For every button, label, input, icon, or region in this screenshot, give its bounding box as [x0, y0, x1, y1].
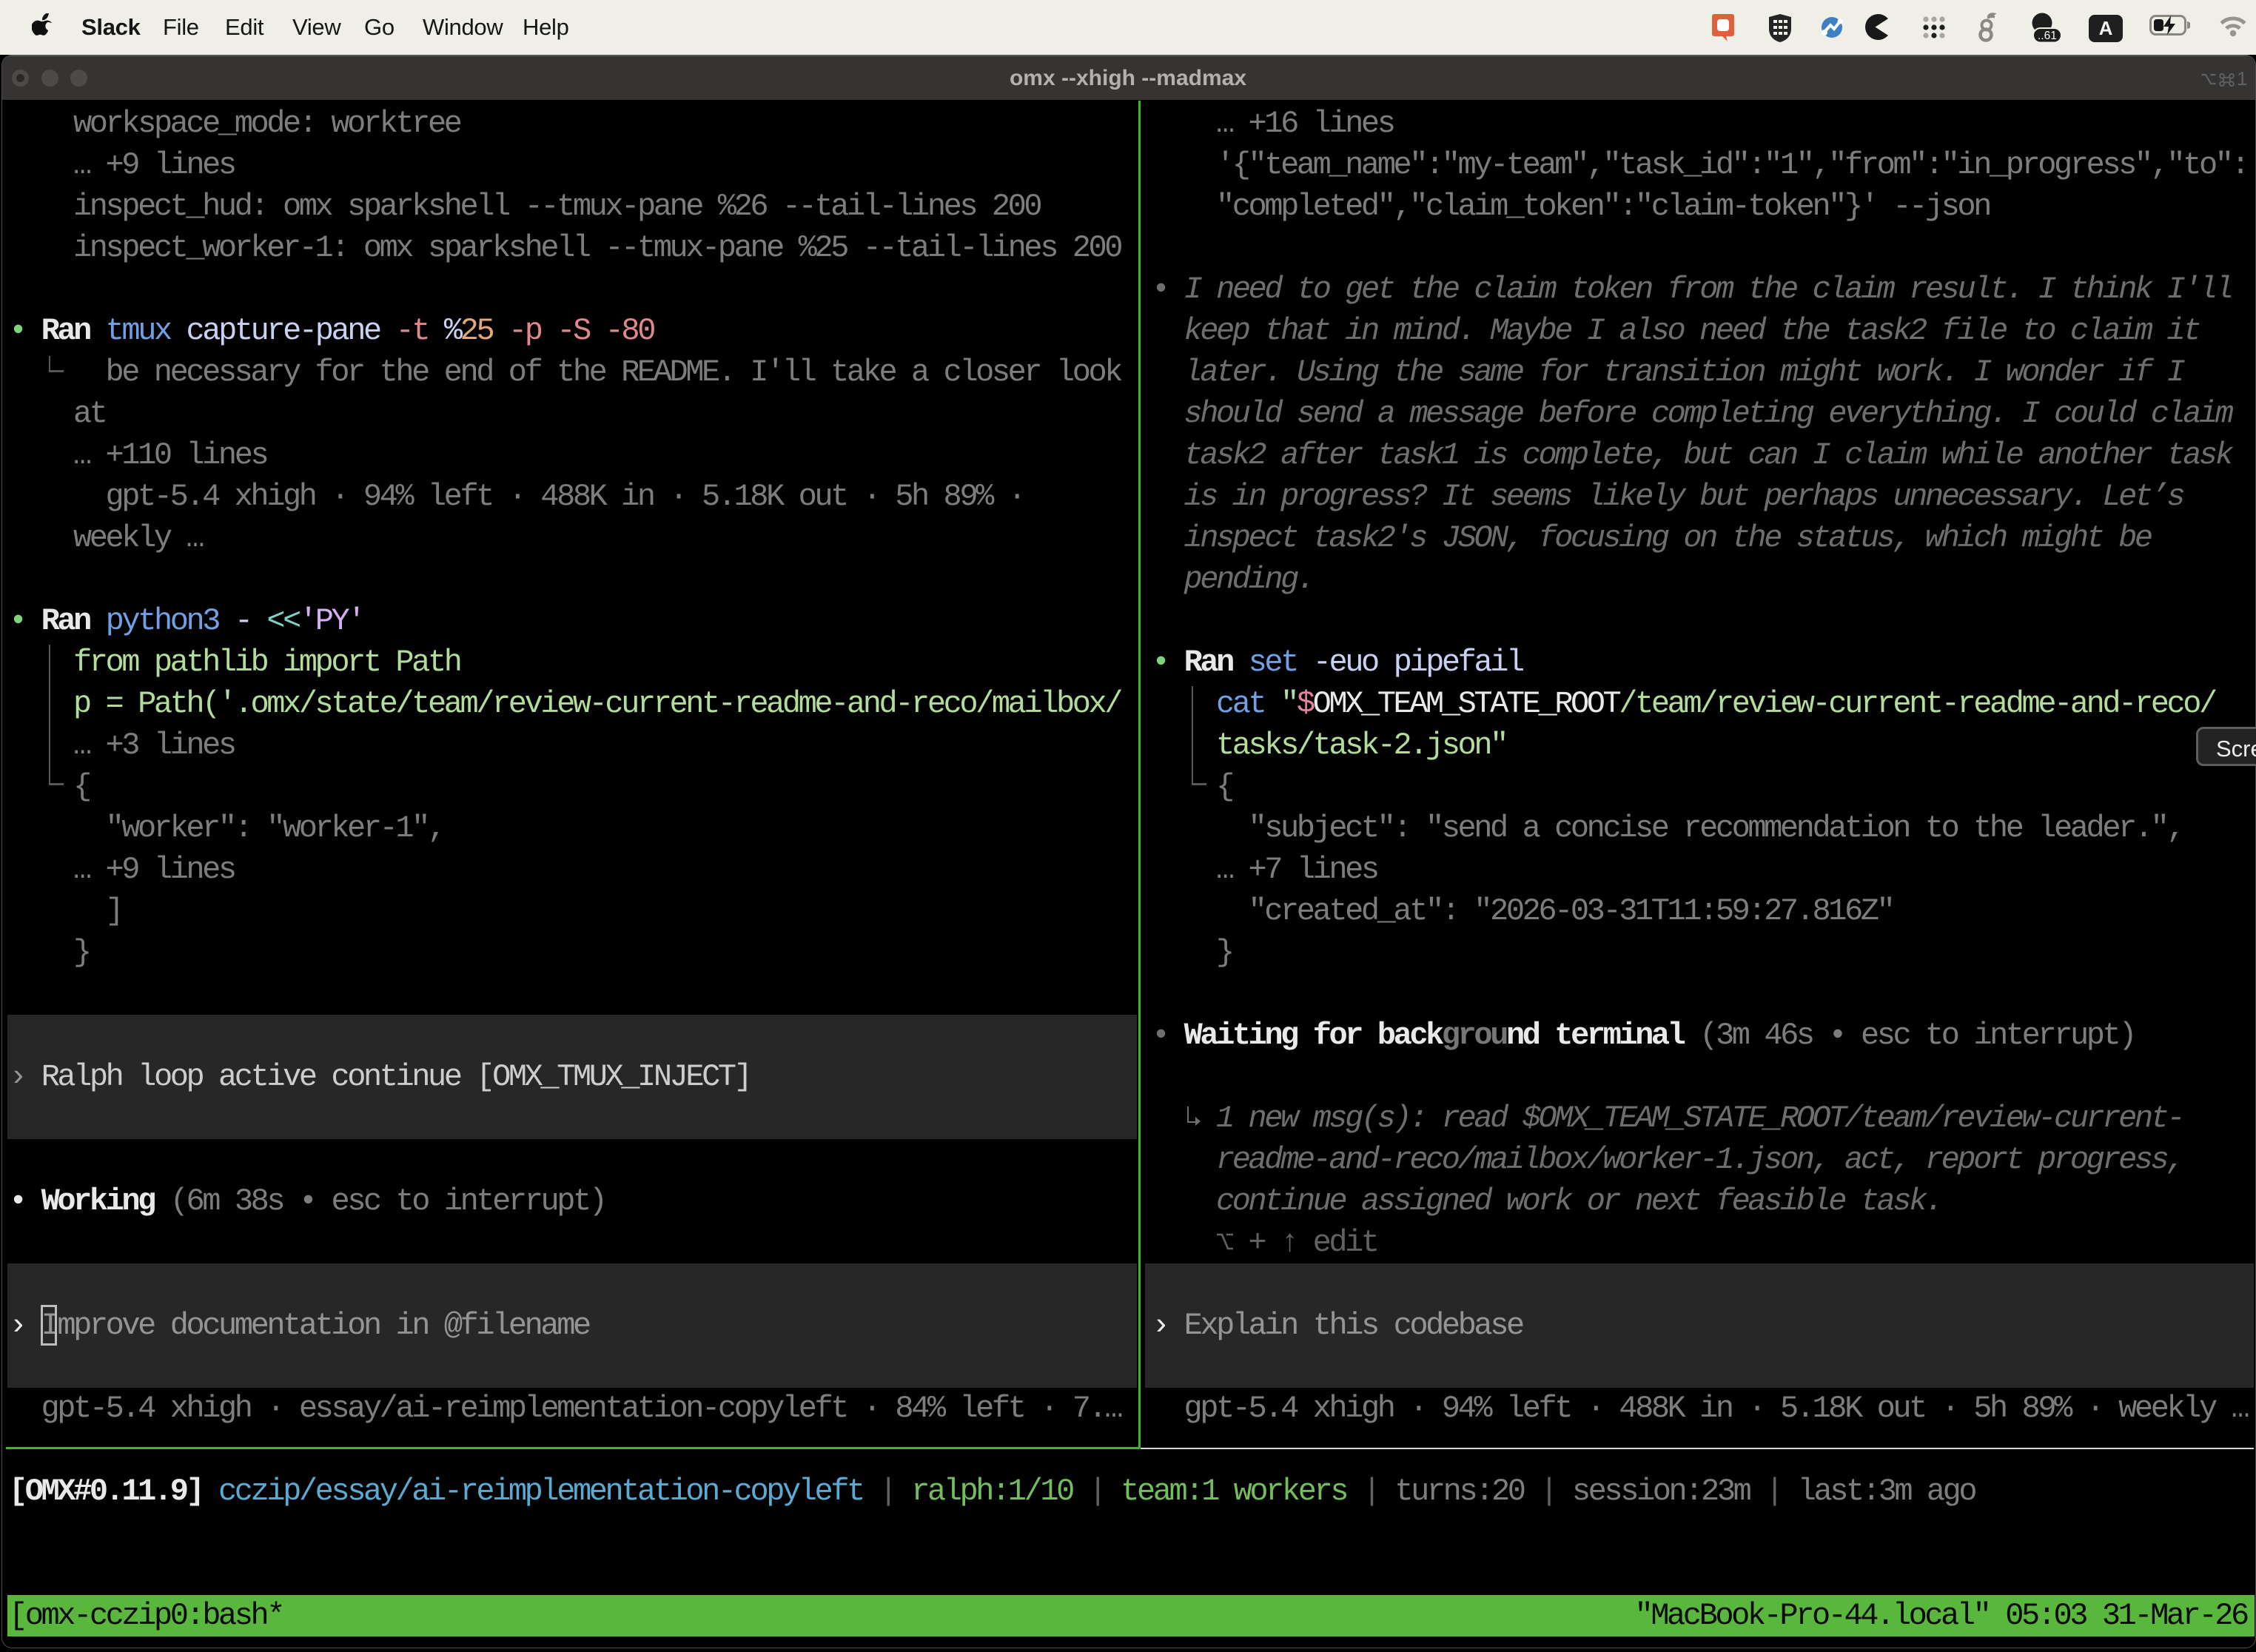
svg-text:..61: ..61	[2038, 30, 2057, 42]
